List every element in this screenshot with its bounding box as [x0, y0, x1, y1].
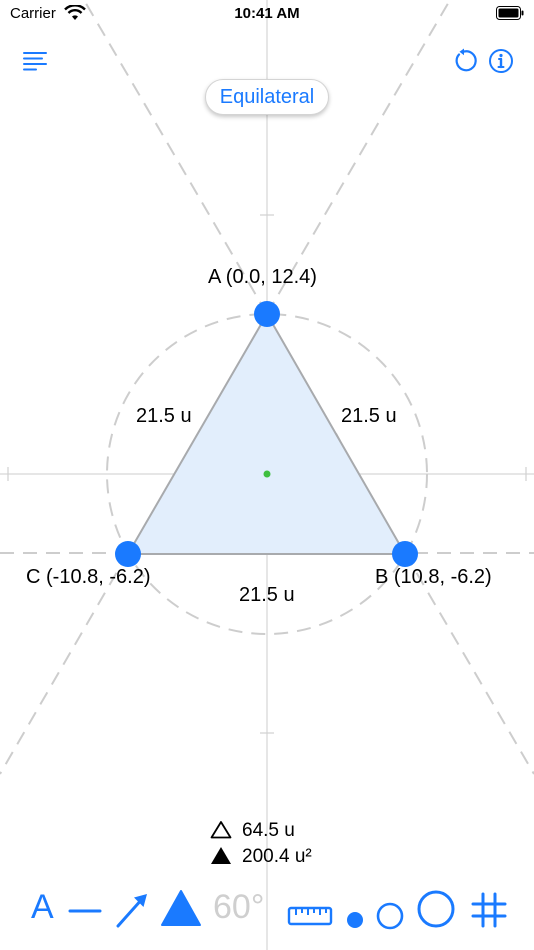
- rotate-reset-icon[interactable]: [451, 48, 477, 74]
- label-tool-button[interactable]: A: [31, 884, 54, 930]
- vertex-a-handle[interactable]: [254, 301, 280, 327]
- status-bar: Carrier 10:41 AM: [0, 0, 534, 30]
- vertex-a-label: A (0.0, 12.4): [208, 266, 317, 288]
- triangle-filled-icon: [211, 847, 231, 864]
- side-bc-length: 21.5 u: [239, 584, 295, 606]
- point-dot-icon[interactable]: [344, 897, 366, 943]
- ruler-icon[interactable]: [287, 893, 333, 939]
- mode-button[interactable]: Equilateral: [205, 79, 329, 115]
- side-ab-length: 21.5 u: [341, 405, 397, 427]
- triangle-outline-icon: [210, 821, 232, 839]
- grid-hash-icon[interactable]: [470, 887, 508, 933]
- geometry-canvas[interactable]: [0, 0, 534, 950]
- triangle-shape[interactable]: [126, 311, 407, 555]
- status-time: 10:41 AM: [234, 5, 300, 22]
- battery-icon: [496, 6, 524, 20]
- vertex-c-handle[interactable]: [115, 541, 141, 567]
- perimeter-row: 64.5 u: [210, 820, 295, 842]
- side-ac-length: 21.5 u: [136, 405, 192, 427]
- perimeter-value: 64.5 u: [242, 820, 295, 841]
- incircle-icon[interactable]: [375, 893, 405, 939]
- triangle-fill-icon[interactable]: [160, 885, 202, 931]
- list-menu-icon[interactable]: [22, 50, 48, 72]
- line-tool-icon[interactable]: [68, 888, 102, 934]
- vector-arrow-icon[interactable]: [114, 887, 150, 933]
- area-value: 200.4 u²: [242, 846, 312, 867]
- center-point: [263, 470, 271, 478]
- vertex-c-label: C (-10.8, -6.2): [26, 566, 151, 588]
- angle-tool-button[interactable]: 60°: [213, 884, 264, 930]
- vertex-b-label: B (10.8, -6.2): [375, 566, 492, 588]
- vertex-b-handle[interactable]: [392, 541, 418, 567]
- circumcircle-icon[interactable]: [416, 886, 456, 932]
- info-circle-icon[interactable]: [488, 48, 514, 74]
- area-row: 200.4 u²: [210, 846, 312, 868]
